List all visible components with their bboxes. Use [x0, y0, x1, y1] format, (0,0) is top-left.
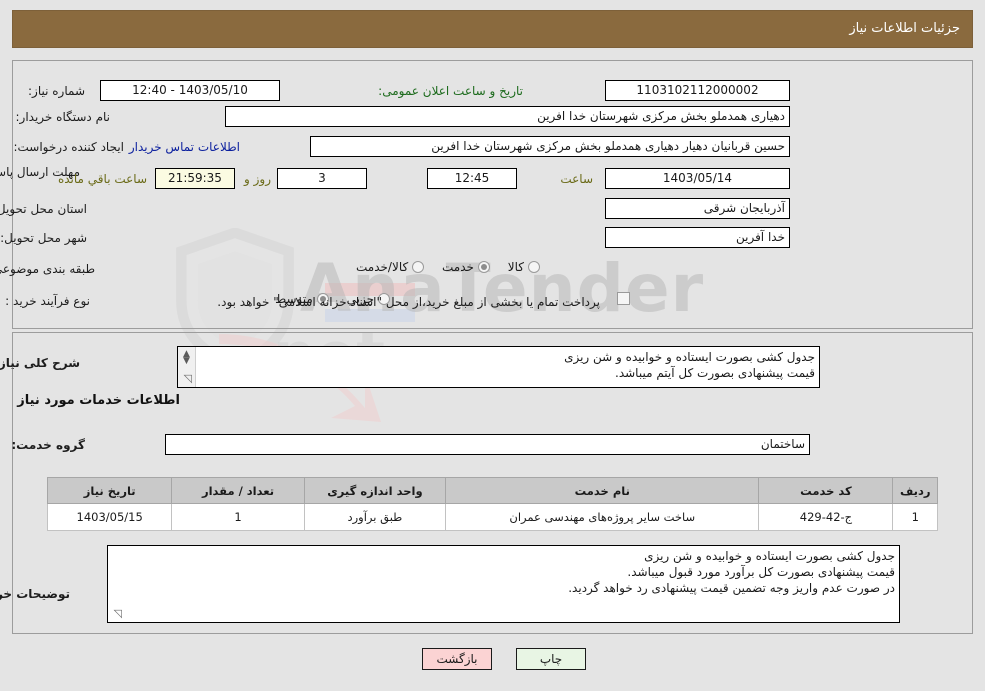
buyer-org-value: دهیاری همدملو بخش مرکزی شهرستان خدا افری…	[225, 106, 790, 127]
radio-khedmat-icon[interactable]	[477, 261, 490, 273]
city-label: شهر محل تحویل:	[0, 231, 87, 245]
radio-kala-icon[interactable]	[528, 261, 540, 273]
remaining-days-label: روز و	[244, 172, 271, 186]
announce-datetime-label: تاریخ و ساعت اعلان عمومی:	[378, 84, 523, 98]
buyer-notes-resize-grip-icon[interactable]: ◹	[110, 608, 122, 620]
print-button[interactable]: چاپ	[516, 648, 586, 670]
deadline-date-value: 1403/05/14	[605, 168, 790, 189]
summary-textarea[interactable]: ▲ ▼ ◹ جدول کشی بصورت ایستاده و خوابیده و …	[177, 346, 820, 388]
summary-text: جدول کشی بصورت ایستاده و خوابیده و شن ری…	[564, 350, 815, 380]
service-group-value: ساختمان	[165, 434, 810, 455]
service-group-label: گروه خدمت:	[11, 438, 85, 452]
cell-radif: 1	[892, 503, 938, 531]
remaining-time-value: 21:59:35	[155, 168, 235, 189]
category-label: طبقه بندی موضوعی:	[0, 262, 95, 276]
services-table: ردیف کد خدمت نام خدمت واحد اندازه گیری ت…	[46, 477, 938, 531]
cell-code: ج-42-429	[758, 503, 894, 531]
buyer-contact-link[interactable]: اطلاعات تماس خریدار	[129, 140, 240, 154]
back-button[interactable]: بازگشت	[422, 648, 492, 670]
col-name: نام خدمت	[445, 477, 760, 504]
need-number-value: 1103102112000002	[605, 80, 790, 101]
resize-grip-icon[interactable]: ◹	[180, 373, 192, 385]
buyer-notes-label: توضیحات خریدار:	[0, 587, 70, 601]
table-row[interactable]: 1 ج-42-429 ساخت سایر پروژه‌های مهندسی عم…	[46, 503, 938, 531]
category-option-kala-khedmat[interactable]: کالا/خدمت	[342, 260, 425, 274]
summary-label: شرح کلی نیاز:	[0, 356, 80, 370]
cell-name: ساخت سایر پروژه‌های مهندسی عمران	[445, 503, 760, 531]
deadline-hour-label: ساعت	[560, 172, 593, 186]
remaining-days-value: 3	[277, 168, 367, 189]
buyer-notes-scrollbar[interactable]: ◹	[108, 546, 125, 622]
province-value: آذربایجان شرقی	[605, 198, 790, 219]
need-number-label: شماره نیاز:	[28, 84, 85, 98]
category-option-khedmat-label: خدمت	[442, 260, 474, 274]
deadline-hour-value: 12:45	[427, 168, 517, 189]
col-radif: ردیف	[892, 477, 938, 504]
treasury-checkbox-wrap[interactable]	[617, 292, 630, 306]
radio-kala-khedmat-icon[interactable]	[412, 261, 425, 273]
col-need-date: تاریخ نیاز	[46, 477, 173, 504]
summary-scrollbar[interactable]: ▲ ▼ ◹	[178, 347, 196, 387]
requester-value: حسین قربانیان دهیار دهیاری همدملو بخش مر…	[310, 136, 790, 157]
category-option-kala[interactable]: کالا	[494, 260, 540, 274]
cell-need-date: 1403/05/15	[46, 503, 173, 531]
process-type-label: نوع فرآیند خرید :	[5, 294, 90, 308]
remaining-time-label: ساعت باقي مانده	[57, 172, 147, 186]
city-value: خدا آفرین	[605, 227, 790, 248]
col-qty: تعداد / مقدار	[171, 477, 305, 504]
page-title: جزئیات اطلاعات نیاز	[849, 21, 960, 36]
col-unit: واحد اندازه گیری	[303, 477, 447, 504]
buyer-org-label: نام دستگاه خریدار:	[15, 110, 111, 124]
category-radio-group[interactable]: کالا خدمت کالا/خدمت	[190, 260, 540, 274]
col-code: کد خدمت	[758, 477, 894, 504]
cell-unit: طبق برآورد	[303, 503, 447, 531]
buyer-notes-textarea[interactable]: ◹ جدول کشی بصورت ایستاده و خوابیده و شن …	[107, 545, 900, 623]
treasury-checkbox[interactable]	[617, 292, 630, 305]
cell-qty: 1	[171, 503, 305, 531]
treasury-text: پرداخت تمام یا بخشی از مبلغ خرید،از محل …	[217, 295, 600, 309]
category-option-khedmat[interactable]: خدمت	[428, 260, 490, 274]
announce-datetime-value: 1403/05/10 - 12:40	[100, 80, 280, 101]
category-option-kala-khedmat-label: کالا/خدمت	[356, 260, 409, 274]
province-label: استان محل تحویل:	[0, 202, 87, 216]
scroll-arrows-icon[interactable]: ▲ ▼	[181, 350, 192, 366]
buyer-notes-text: جدول کشی بصورت ایستاده و خوابیده و شن ری…	[568, 549, 895, 595]
category-option-kala-label: کالا	[507, 260, 524, 274]
page-header-bar: جزئیات اطلاعات نیاز	[12, 10, 973, 48]
table-header-row: ردیف کد خدمت نام خدمت واحد اندازه گیری ت…	[46, 477, 938, 504]
services-heading: اطلاعات خدمات مورد نیاز	[17, 393, 180, 408]
requester-label: ایجاد کننده درخواست:	[13, 140, 124, 154]
